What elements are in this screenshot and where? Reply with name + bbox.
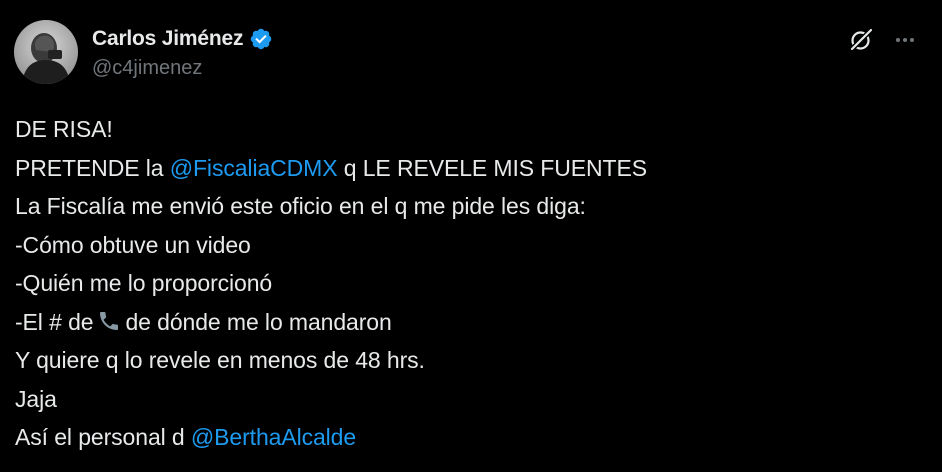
mention-link[interactable]: @FiscaliaCDMX <box>170 155 338 181</box>
tweet-line: Así el personal d @BerthaAlcalde <box>15 418 915 457</box>
tweet-text-segment: -Cómo obtuve un video <box>15 231 251 258</box>
tweet-line: Jaja <box>15 380 915 419</box>
tweet-line: -Cómo obtuve un video <box>15 226 915 265</box>
avatar[interactable] <box>14 20 78 84</box>
mention-link[interactable]: @BerthaAlcalde <box>191 424 356 450</box>
tweet-text-segment: PRETENDE la <box>15 154 170 181</box>
tweet-actions <box>846 25 920 55</box>
grok-icon <box>849 28 873 52</box>
tweet-text-segment: La Fiscalía me envió este oficio en el q… <box>15 193 586 219</box>
tweet-line: PRETENDE la @FiscaliaCDMX q LE REVELE MI… <box>15 149 915 188</box>
author-display-name[interactable]: Carlos Jiménez <box>92 27 243 51</box>
tweet-text-segment: q LE REVELE MIS FUENTES <box>337 154 647 181</box>
tweet-text-segment: -El # de <box>15 308 94 335</box>
tweet: Carlos Jiménez @c4jimenez DE RISA! PRETE… <box>0 0 942 472</box>
tweet-line: Y quiere q lo revele en menos de 48 hrs. <box>15 341 915 380</box>
tweet-line: -El # de de dónde me lo mandaron <box>15 303 915 342</box>
tweet-text: DE RISA! PRETENDE la @FiscaliaCDMX q LE … <box>15 110 915 457</box>
grok-button[interactable] <box>846 25 876 55</box>
tweet-line: -Quién me lo proporcionó <box>15 264 915 303</box>
telephone-receiver-emoji <box>100 311 119 330</box>
tweet-text-segment: Así el personal d <box>15 424 191 450</box>
verified-badge-icon <box>251 28 272 50</box>
author-handle[interactable]: @c4jimenez <box>92 57 202 80</box>
more-button[interactable] <box>890 25 920 55</box>
more-horizontal-icon <box>896 38 914 42</box>
tweet-text-segment: DE RISA! <box>15 116 113 142</box>
tweet-line: La Fiscalía me envió este oficio en el q… <box>15 187 915 226</box>
tweet-text-segment: de dónde me lo mandaron <box>125 308 392 335</box>
tweet-text-segment: -Quién me lo proporcionó <box>15 270 273 296</box>
tweet-line: DE RISA! <box>15 110 915 149</box>
tweet-text-segment: Jaja <box>15 385 57 412</box>
tweet-text-segment: Y quiere q lo revele en menos de 48 hrs. <box>15 347 425 373</box>
author-name-row: Carlos Jiménez <box>92 25 273 53</box>
